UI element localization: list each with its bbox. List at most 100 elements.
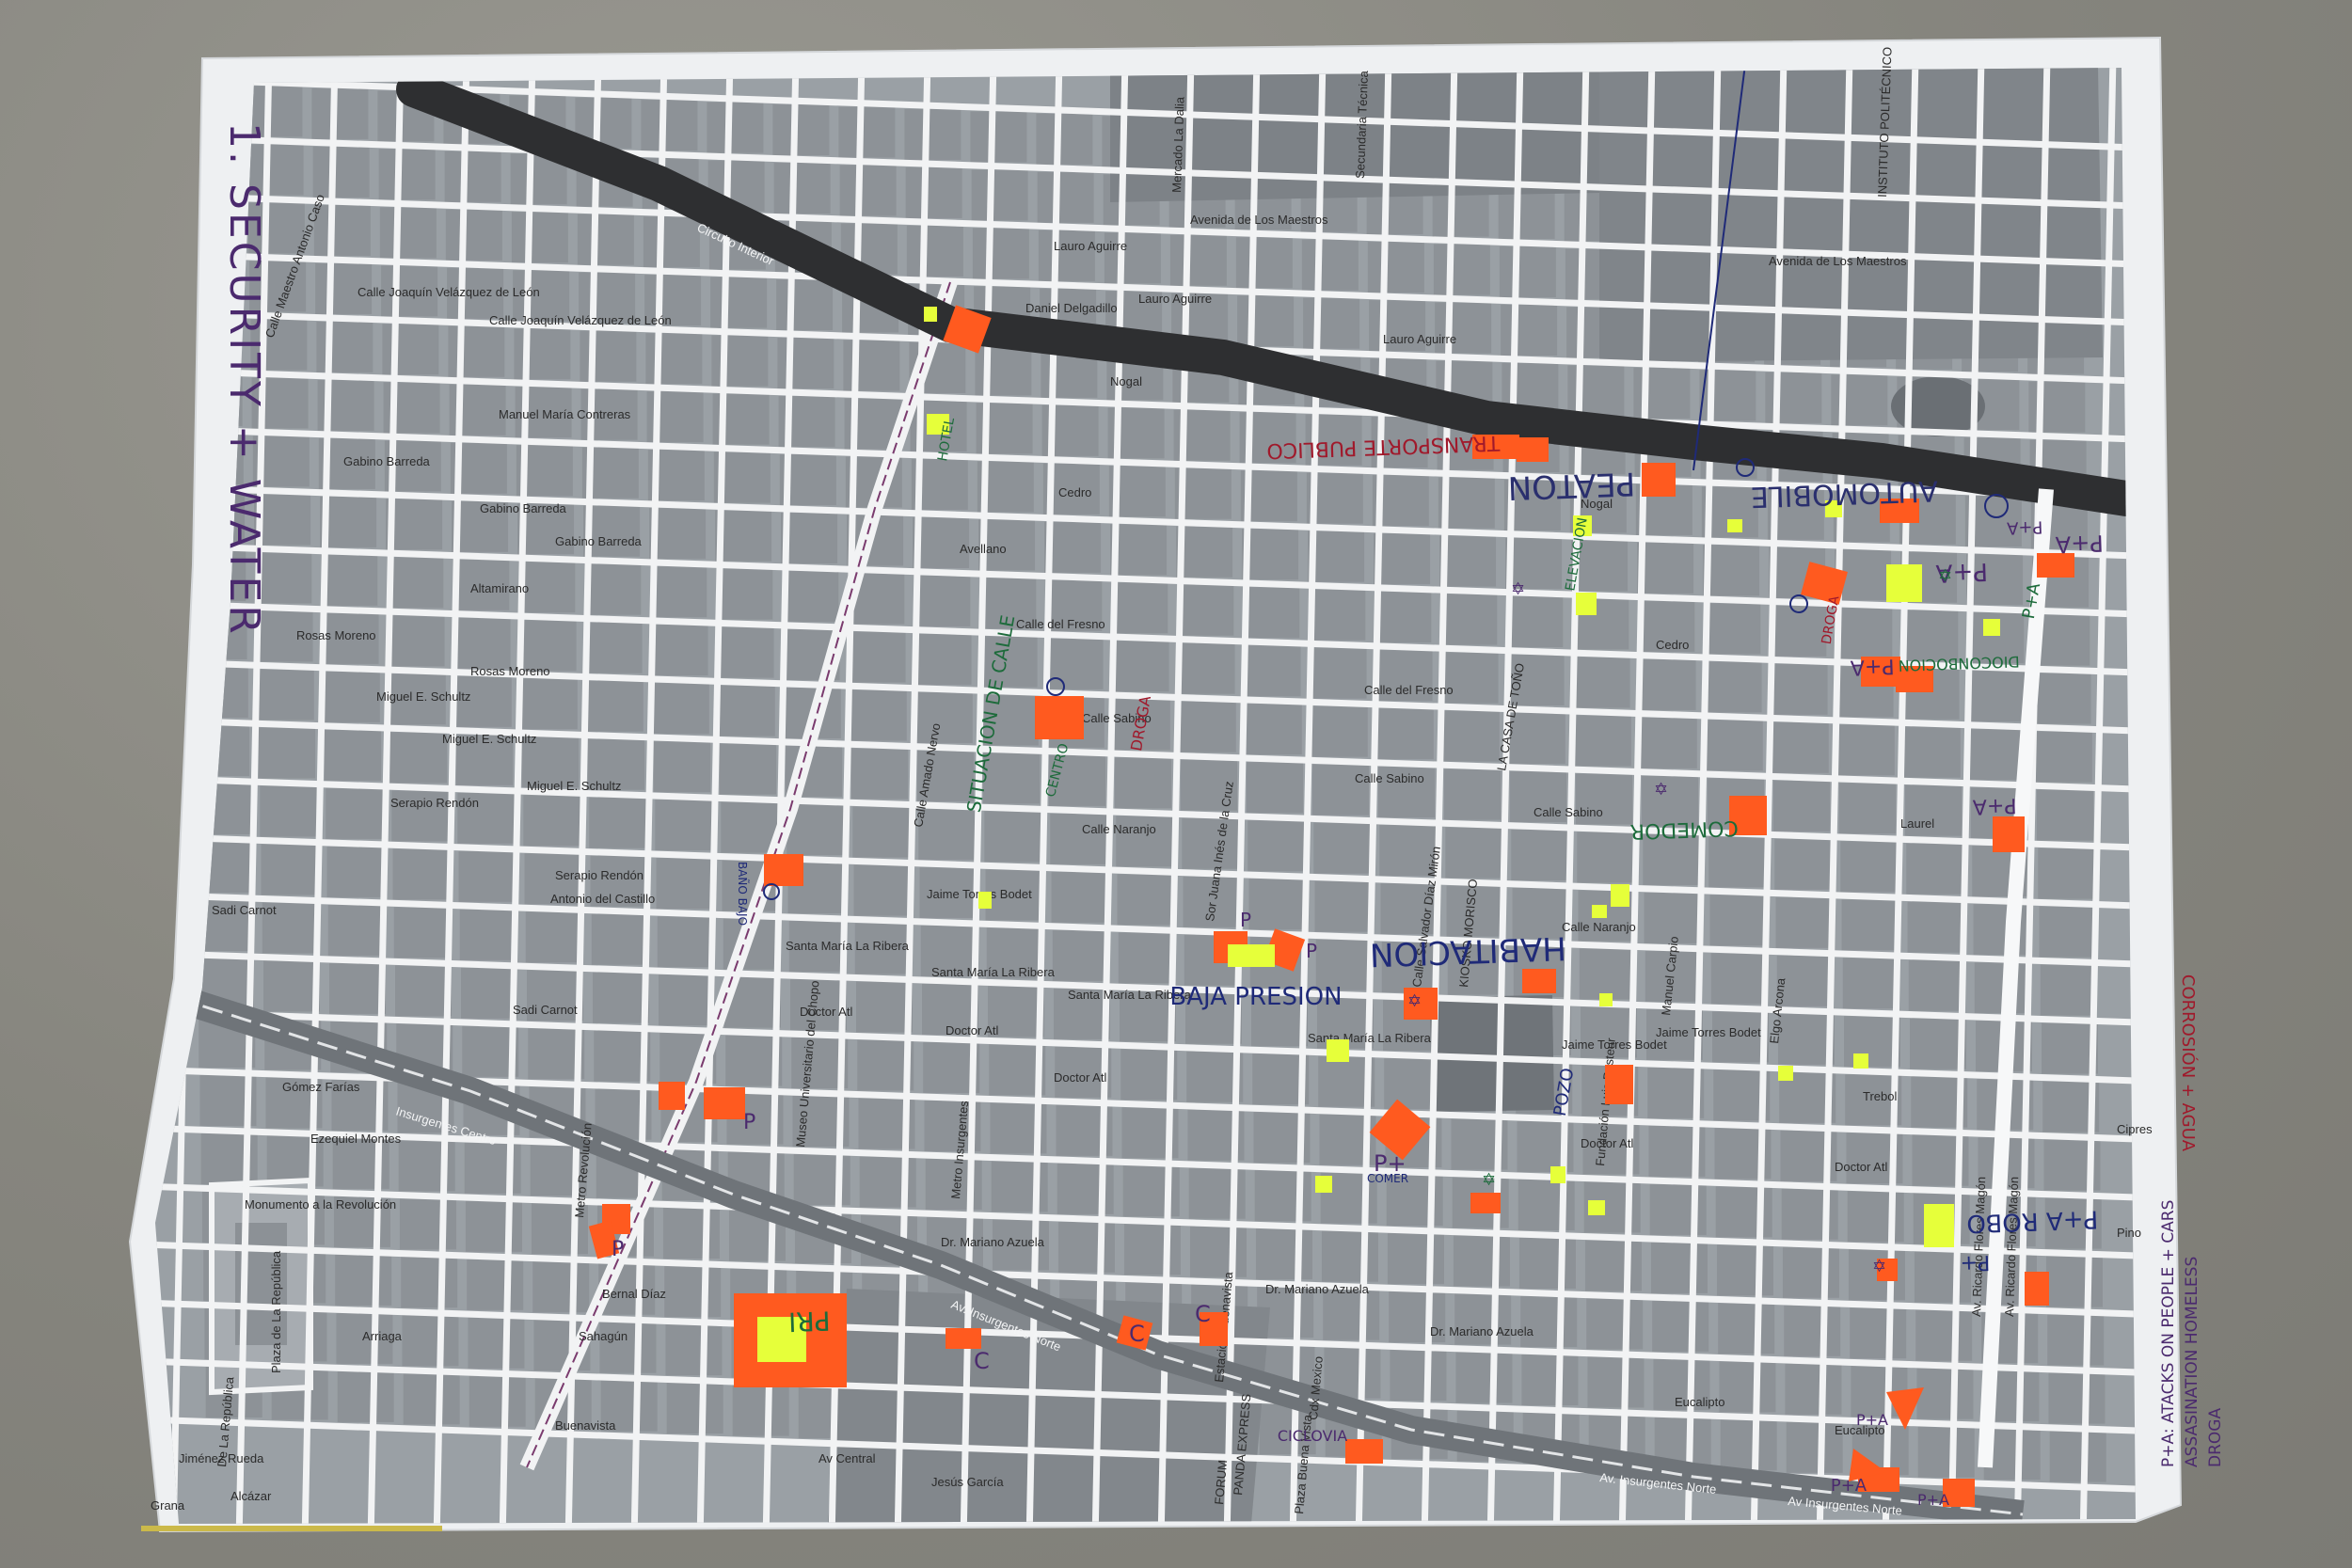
annotation-pa: P+A (1831, 1476, 1867, 1496)
city-block (1652, 1300, 1709, 1352)
street-label: Arriaga (362, 1329, 403, 1343)
city-block (711, 335, 769, 387)
city-block (972, 228, 1029, 279)
street-label: Santa María La Ribera (786, 939, 910, 953)
city-block (655, 800, 712, 851)
city-block (1115, 757, 1172, 809)
street-label: Gabino Barreda (555, 534, 643, 548)
city-block (1842, 958, 1899, 1009)
street-label: Doctor Atl (946, 1023, 998, 1037)
street-label: Laurel (1900, 816, 1934, 831)
annotation-p: P (612, 1238, 624, 1261)
city-block (643, 216, 700, 268)
city-block (1506, 596, 1564, 647)
annotation-automobile: AUTOMOBILE (1750, 474, 1938, 514)
city-block (261, 844, 318, 895)
city-block (263, 960, 320, 1012)
city-block (1511, 830, 1568, 880)
svg-text:✡: ✡ (1407, 991, 1422, 1011)
svg-text:✡: ✡ (1511, 579, 1525, 599)
city-block (1968, 671, 2026, 722)
street-label: Dr. Mariano Azuela (1265, 1282, 1370, 1296)
city-block (1915, 1309, 1973, 1361)
street-label: Sadi Carnot (212, 903, 277, 917)
city-block (325, 729, 382, 781)
city-block (326, 787, 383, 839)
street-label: Miguel E. Schultz (376, 689, 470, 704)
city-block (393, 907, 451, 958)
yellow-sticker (1886, 564, 1922, 602)
city-block (1248, 879, 1306, 930)
city-block (772, 104, 830, 156)
city-block (586, 680, 644, 732)
street-label: Jesús García (931, 1475, 1004, 1489)
legend-line-3: DROGA (2206, 1408, 2225, 1467)
city-block (260, 785, 317, 837)
city-block (2037, 789, 2094, 841)
city-block (721, 801, 778, 853)
city-block (1917, 1426, 1975, 1478)
city-block (2040, 964, 2097, 1016)
street-label: Serapio Rendón (390, 796, 479, 810)
city-block (1839, 783, 1897, 834)
city-block (1499, 246, 1556, 297)
city-block (732, 1385, 789, 1436)
city-block (1245, 704, 1302, 755)
orange-sticker (1470, 1193, 1501, 1213)
orange-sticker (1522, 969, 1556, 993)
city-block (337, 1370, 394, 1422)
annotation-pt: P+ (1374, 1150, 1406, 1177)
svg-text:✡: ✡ (1654, 780, 1668, 800)
city-block (312, 146, 370, 198)
annotation-p: P (1240, 909, 1251, 931)
city-block (335, 1254, 392, 1306)
street-label: Av Central (818, 1451, 876, 1465)
annotation-c: C (1195, 1301, 1211, 1327)
city-block (390, 732, 448, 784)
street-label: Lauro Aguirre (1138, 292, 1212, 306)
city-block (856, 981, 913, 1033)
orange-sticker (1993, 816, 2025, 852)
city-block (1445, 827, 1502, 879)
city-block (311, 87, 369, 139)
city-block (651, 625, 708, 676)
city-block (392, 848, 450, 900)
city-block (657, 916, 714, 968)
city-block (1637, 542, 1694, 594)
city-block (1586, 1298, 1644, 1350)
city-block (1112, 641, 1169, 692)
city-block (378, 149, 436, 200)
city-block (1908, 959, 1965, 1011)
city-block (970, 111, 1027, 163)
city-block (720, 743, 777, 795)
city-block (1376, 708, 1434, 760)
city-block (379, 207, 437, 259)
city-block (2034, 673, 2091, 724)
city-block (914, 633, 972, 685)
orange-sticker (1345, 1439, 1383, 1464)
city-block (850, 689, 907, 741)
city-block (511, 212, 568, 263)
city-block (580, 330, 637, 382)
city-block (1718, 1303, 1775, 1354)
city-block (839, 165, 897, 216)
city-block (1587, 1356, 1645, 1408)
city-block (1052, 929, 1109, 981)
city-block (1773, 780, 1831, 832)
city-block (1046, 638, 1104, 689)
city-block (1235, 237, 1293, 289)
orange-sticker (1035, 696, 1084, 739)
city-block (1323, 1289, 1380, 1340)
city-block (851, 748, 909, 800)
photo-scene: Avenida de Los Maestros Avenida de Los M… (0, 0, 2352, 1568)
city-block (1057, 1221, 1115, 1273)
city-block (984, 811, 1041, 863)
legend: P+A: ATACKS ON PEOPLE + CARS ASSASINATIO… (2159, 1200, 2225, 1467)
city-block (664, 1266, 722, 1318)
city-block (1255, 1228, 1312, 1280)
city-block (321, 554, 378, 606)
poster-title: 1. SECURITY + WATER (220, 122, 268, 637)
street-label: Alcázar (230, 1489, 272, 1503)
city-block (525, 911, 582, 963)
city-block (659, 974, 715, 1026)
